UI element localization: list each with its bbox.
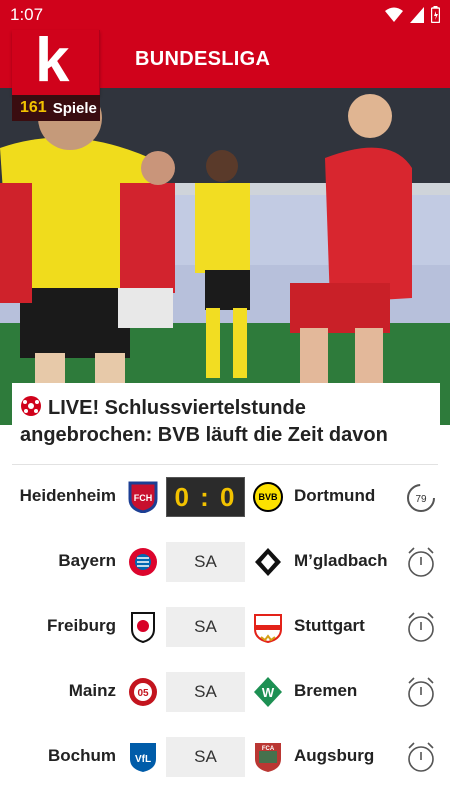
divider bbox=[12, 464, 438, 465]
alarm-clock-icon[interactable] bbox=[404, 740, 438, 774]
page-title: BUNDESLIGA bbox=[135, 48, 271, 70]
kickoff-day: SA bbox=[166, 607, 245, 647]
match-row[interactable]: Mainz 05 SA W Bremen bbox=[0, 672, 450, 712]
match-row[interactable]: Freiburg SA Stuttgart bbox=[0, 607, 450, 647]
kicker-logo[interactable]: k bbox=[12, 26, 100, 95]
augsburg-crest-icon: FCA bbox=[255, 743, 281, 772]
match-photo bbox=[0, 88, 450, 425]
dortmund-crest-icon: BVB bbox=[253, 482, 283, 512]
svg-text:FCA: FCA bbox=[262, 746, 275, 752]
signal-icon bbox=[410, 6, 424, 23]
headline-card[interactable]: LIVE! Schlussviertelstunde angebrochen: … bbox=[12, 383, 440, 465]
bremen-crest-icon: W bbox=[254, 677, 282, 707]
freiburg-crest-icon bbox=[131, 612, 155, 643]
away-team: Stuttgart bbox=[294, 616, 365, 635]
games-count: 161 bbox=[20, 99, 47, 116]
away-team: Augsburg bbox=[294, 746, 375, 765]
match-row[interactable]: Bayern SA M’gladbach bbox=[0, 542, 450, 582]
away-team: Dortmund bbox=[294, 486, 376, 505]
hero-image[interactable] bbox=[0, 88, 450, 425]
svg-text:W: W bbox=[262, 685, 275, 700]
alarm-clock-icon[interactable] bbox=[404, 545, 438, 579]
kickoff-day: SA bbox=[166, 672, 245, 712]
bochum-crest-icon: VfL bbox=[130, 743, 156, 772]
heidenheim-crest-icon: FCH bbox=[128, 481, 158, 513]
status-time: 1:07 bbox=[10, 5, 44, 24]
kickoff-day: SA bbox=[166, 542, 245, 582]
home-team: Freiburg bbox=[47, 616, 116, 635]
match-minute: 79 bbox=[415, 494, 427, 505]
kickoff-day: SA bbox=[166, 737, 245, 777]
away-team: M’gladbach bbox=[294, 551, 388, 570]
gladbach-crest-icon bbox=[255, 548, 281, 576]
away-team: Bremen bbox=[294, 681, 358, 700]
headline-text-wrap: LIVE! Schlussviertelstunde angebrochen: … bbox=[20, 395, 428, 449]
wifi-icon bbox=[385, 7, 403, 22]
bayern-crest-icon bbox=[129, 548, 157, 576]
home-team: Heidenheim bbox=[19, 486, 116, 505]
stuttgart-crest-icon bbox=[254, 614, 282, 643]
home-team: Bochum bbox=[48, 746, 116, 765]
svg-text:BVB: BVB bbox=[258, 492, 278, 502]
home-team: Bayern bbox=[58, 551, 116, 570]
games-label: Spiele bbox=[52, 99, 97, 117]
headline-text: LIVE! Schlussviertelstunde angebrochen: … bbox=[20, 397, 388, 446]
match-row[interactable]: Heidenheim FCH 0 : 0 BVB Dortmund 79 bbox=[0, 477, 450, 517]
alarm-clock-icon[interactable] bbox=[404, 610, 438, 644]
match-row[interactable]: Bochum VfL SA FCA Augsburg bbox=[0, 737, 450, 777]
battery-icon bbox=[431, 6, 440, 23]
logo-letter: k bbox=[35, 26, 70, 95]
games-count-badge[interactable]: 161 Spiele bbox=[12, 95, 100, 121]
live-score: 0 : 0 bbox=[166, 477, 245, 517]
match-minute-icon[interactable]: 79 bbox=[404, 480, 438, 514]
svg-text:VfL: VfL bbox=[135, 754, 151, 765]
alarm-clock-icon[interactable] bbox=[404, 675, 438, 709]
home-team: Mainz bbox=[68, 681, 116, 700]
svg-text:FCH: FCH bbox=[134, 493, 153, 503]
status-icons bbox=[385, 6, 440, 23]
football-icon bbox=[21, 396, 41, 416]
mainz-crest-icon: 05 bbox=[129, 678, 157, 706]
svg-text:05: 05 bbox=[137, 688, 149, 699]
